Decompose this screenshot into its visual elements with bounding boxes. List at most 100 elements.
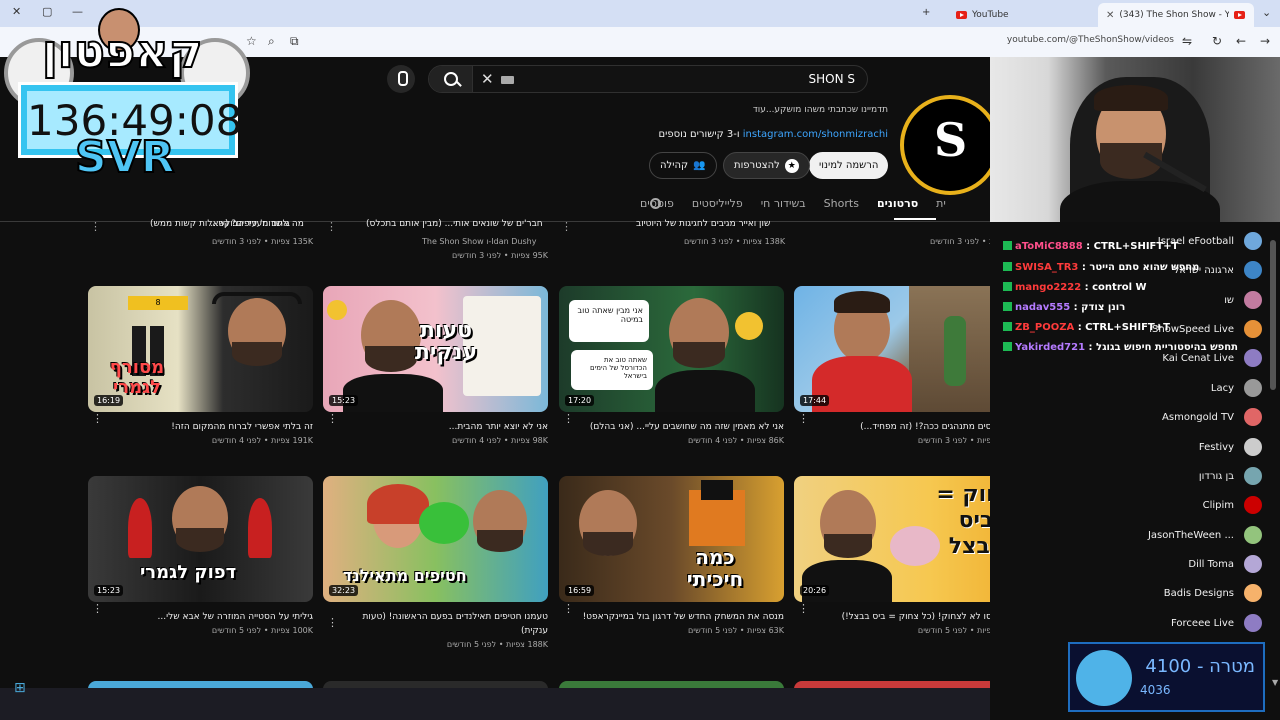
tab-shorts[interactable]: Shorts [824,197,859,217]
video-title[interactable]: למה רוסים מתנהגים ככה?! (זה מפחיד...) [794,420,1019,434]
channel-avatar-icon [1244,261,1262,279]
tab-search-icon[interactable]: ⌄ [1262,6,1271,19]
video-duration: 15:23 [94,585,124,596]
more-icon[interactable]: ⋮ [327,616,338,629]
person-beard [673,342,725,368]
channel-list-item[interactable]: Dill Toma [1188,553,1262,575]
more-links[interactable]: ו-3 קישורים נוספים [659,129,740,140]
more-icon[interactable]: ⋮ [92,602,103,615]
video-title[interactable]: אתגר נסו לא לצחוק! (כל צחוק = ביס בבצל!) [794,610,1019,624]
more-icon[interactable]: ⋮ [92,412,103,425]
channel-name: Forceee Live [1171,617,1234,629]
more-icon[interactable]: ⋮ [327,412,338,425]
person-beard [365,346,417,372]
video-thumbnail[interactable]: אני מבין שאתה טוב במיטה שאתה טוב את הכדו… [559,286,784,412]
community-button[interactable]: 👥 קהילה [649,152,717,179]
video-thumbnail[interactable]: טעות ענקית 15:23 [323,286,548,412]
channel-avatar[interactable]: S [900,95,1000,195]
channel-search-icon[interactable] [650,198,661,209]
channel-list-item[interactable]: Badis Designs [1164,582,1262,604]
tab-videos[interactable]: סרטונים [877,197,918,217]
channel-list-item[interactable]: Asmongold TV [1162,406,1262,428]
video-title[interactable]: זה בלתי אפשרי לברוח מהמקום הזה! [88,420,313,434]
channel-avatar-icon [1244,379,1262,397]
video-title[interactable]: מנסה את המשחק החדש של דרגון בול במיינקרא… [559,610,784,624]
more-icon[interactable]: ⋮ [563,602,574,615]
scrollbar[interactable] [1270,240,1276,390]
tab-youtube[interactable]: YouTube [948,3,1098,27]
video-thumbnail[interactable]: דפוק לגמרי 15:23 [88,476,313,602]
channel-list-item[interactable]: שו [1224,289,1262,311]
video-thumbnail[interactable]: כמה חיכיתי 16:59 [559,476,784,602]
video-thumbnail[interactable]: צחוק = ביס בבצל 20:26 [794,476,1019,602]
channel-description[interactable]: תדמיינו שכתבתי משהו מושקע...עוד [753,105,888,115]
more-icon[interactable]: ⋮ [561,220,572,233]
back-icon[interactable]: ← [1236,34,1246,48]
onion [890,526,940,566]
scroll-down-icon[interactable]: ▼ [1272,678,1278,687]
chat-message: nadav555 : רונן צודק [1003,302,1125,313]
channel-links: instagram.com/shonmizrachi ו-3 קישורים נ… [659,129,889,140]
more-icon[interactable]: ⋮ [326,220,337,233]
more-icon[interactable]: ⋮ [563,412,574,425]
join-button[interactable]: ★ להצטרפות [723,152,810,179]
video-card[interactable]: טעות ענקית 15:23 אני לא יוצא יותר מהבית.… [323,286,548,445]
video-card[interactable]: חטיפים מתאילנד 32:23 טעמנו חטיפים תאילנד… [323,476,548,649]
tab-live[interactable]: בשידור חי [761,197,806,217]
zoom-icon[interactable]: ⌕ [268,34,275,49]
channel-list-item[interactable]: JasonTheWeen ... [1148,524,1262,546]
video-card[interactable]: צחוק = ביס בבצל 20:26 אתגר נסו לא לצחוק!… [794,476,1019,635]
frag-title[interactable]: שון ואייר מגיבים לחגיגות של היוטיוב [636,219,770,229]
url-text[interactable]: youtube.com/@TheShonShow/videos [1007,35,1174,45]
tab-playlists[interactable]: פלייליסטים [692,197,743,217]
tab-close-icon[interactable]: ✕ [1106,10,1114,21]
more-icon[interactable]: ⋮ [798,412,809,425]
frag-title[interactable]: חבר'ים של שונאים אותי... (מבין אותם בתכל… [366,219,543,229]
video-thumbnail[interactable]: 17:44 [794,286,1019,412]
channel-list-item[interactable]: Clipim [1203,494,1262,516]
voice-search-icon[interactable] [387,65,415,93]
youtube-favicon-icon [1234,11,1246,19]
search-icon[interactable] [429,66,473,92]
more-icon[interactable]: ⋮ [90,220,101,233]
new-tab-icon[interactable]: + [922,7,930,18]
taskbar-app-icon[interactable]: ⊞ [14,680,26,696]
video-card[interactable]: כמה חיכיתי 16:59 מנסה את המשחק החדש של ד… [559,476,784,635]
reload-icon[interactable]: ↻ [1212,34,1222,48]
person-beard [176,528,224,552]
channel-list-item[interactable]: Forceee Live [1171,612,1262,634]
channel-list-item[interactable]: Festivy [1199,436,1262,458]
streamer-hair [1094,85,1168,111]
tab-title: YouTube [972,10,1009,20]
video-card[interactable]: דפוק לגמרי 15:23 גיליתי על הסטייה המוזרה… [88,476,313,635]
instagram-link[interactable]: instagram.com/shonmizrachi [743,129,888,140]
keyboard-icon[interactable] [501,76,514,84]
install-icon[interactable]: ⧉ [290,34,299,49]
more-icon[interactable]: ⋮ [798,602,809,615]
channel-avatar-icon [1244,555,1262,573]
chat-username: mango2222 [1015,282,1082,293]
channel-list-item[interactable]: בן גורדון [1199,465,1262,487]
video-title[interactable]: טעמנו חטיפים תאילנדים בפעם הראשונה! (טעו… [323,610,548,638]
tab-partial[interactable]: ית [936,197,946,217]
forward-icon[interactable]: → [1260,34,1270,48]
channel-name: Lacy [1210,382,1234,394]
video-title[interactable]: אני לא מאמין שזה מה שחושבים עליי... (אני… [559,420,784,434]
chat-text: : CTRL+SHIFT+T [1077,322,1170,333]
frag-title[interactable]: מה אתם מעדיפים? (שאלות קשות ממש) [150,219,304,229]
video-thumbnail[interactable]: חטיפים מתאילנד 32:23 [323,476,548,602]
clear-search-icon[interactable]: ✕ [481,70,494,88]
search-input[interactable]: ✕ SHON S [428,65,868,93]
avatar-letter: S [934,113,968,167]
channel-list-item[interactable]: Lacy [1211,377,1262,399]
subscribe-button[interactable]: הרשמה למינוי [809,152,889,179]
video-card[interactable]: אני מבין שאתה טוב במיטה שאתה טוב את הכדו… [559,286,784,445]
video-card[interactable]: 8 מסורף לגמרי 16:19 זה בלתי אפשרי לברוח … [88,286,313,445]
video-title[interactable]: אני לא יוצא יותר מהבית... [323,420,548,434]
video-title[interactable]: גיליתי על הסטייה המוזרה של אבא שלי... [88,610,314,624]
video-card[interactable]: 17:44 למה רוסים מתנהגים ככה?! (זה מפחיד.… [794,286,1019,445]
video-thumbnail[interactable]: 8 מסורף לגמרי 16:19 [88,286,313,412]
site-settings-icon[interactable]: ⇋ [1182,34,1192,48]
tab-shon-show[interactable]: ✕ (343) The Shon Show - YouTube [1098,3,1254,27]
chat-text: : רונן צודק [1073,302,1126,313]
